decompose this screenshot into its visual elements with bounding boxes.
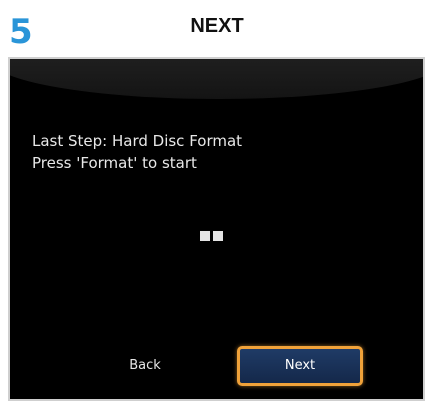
tv-screen: Last Step: Hard Disc Format Press 'Forma… xyxy=(8,57,425,401)
next-button[interactable]: Next xyxy=(237,346,363,386)
message-line-1: Last Step: Hard Disc Format xyxy=(32,132,243,150)
progress-dot xyxy=(213,231,223,241)
top-banner-curve xyxy=(10,59,423,99)
progress-dot xyxy=(200,231,210,241)
message-line-2: Press 'Format' to start xyxy=(32,154,197,172)
progress-indicator xyxy=(200,231,223,241)
step-title: NEXT xyxy=(190,15,244,37)
instruction-header: 5 NEXT xyxy=(0,0,434,56)
back-button[interactable]: Back xyxy=(105,350,185,382)
